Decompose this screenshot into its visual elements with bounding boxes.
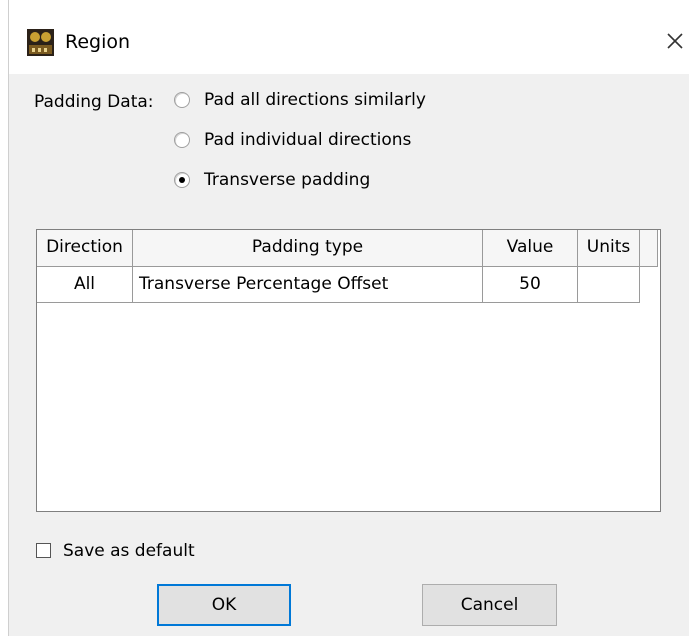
checkbox-label: Save as default [63, 541, 195, 561]
cancel-button[interactable]: Cancel [422, 584, 557, 626]
checkbox[interactable] [36, 543, 51, 558]
cell-padding-type[interactable]: Transverse Percentage Offset [133, 267, 483, 303]
close-icon[interactable] [658, 24, 689, 56]
column-header-padding-type[interactable]: Padding type [133, 230, 483, 267]
radio-selected-dot [179, 177, 185, 183]
radio-label: Pad individual directions [204, 130, 412, 150]
column-header-value[interactable]: Value [483, 230, 578, 267]
cell-value[interactable]: 50 [483, 267, 578, 303]
column-header-extra[interactable] [640, 230, 658, 267]
padding-table[interactable]: Direction Padding type Value Units All T… [36, 229, 661, 512]
region-dialog: Region Padding Data: Pad all directions … [8, 0, 689, 636]
padding-data-label: Padding Data: [34, 92, 154, 112]
radio-label: Pad all directions similarly [204, 90, 426, 110]
column-header-units[interactable]: Units [578, 230, 640, 267]
radio-button-selected[interactable] [174, 172, 190, 188]
region-app-icon [27, 29, 54, 56]
cell-units[interactable] [578, 267, 640, 303]
cell-direction[interactable]: All [37, 267, 133, 303]
column-header-direction[interactable]: Direction [37, 230, 133, 267]
radio-button[interactable] [174, 92, 190, 108]
radio-button[interactable] [174, 132, 190, 148]
window-title: Region [65, 31, 131, 53]
ok-button[interactable]: OK [157, 584, 291, 626]
radio-label: Transverse padding [204, 170, 371, 190]
title-bar: Region [9, 0, 689, 74]
